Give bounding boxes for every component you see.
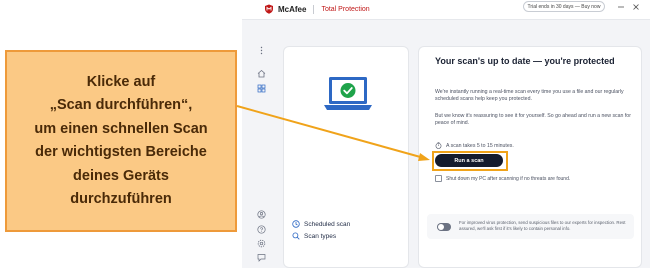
expert-inspection-toggle[interactable] xyxy=(437,223,451,231)
mcafee-shield-icon xyxy=(265,4,273,14)
minimize-icon[interactable] xyxy=(617,3,625,11)
callout-line: durchzuführen xyxy=(70,191,172,207)
scan-duration-note: A scan takes 5 to 15 minutes. xyxy=(435,142,514,149)
close-icon[interactable] xyxy=(632,3,640,11)
laptop-check-icon xyxy=(324,77,372,110)
shutdown-label: Shut down my PC after scanning if no thr… xyxy=(446,175,571,182)
expert-inspection-option: For improved virus protection, send susp… xyxy=(427,214,634,239)
toggle-knob xyxy=(438,224,444,230)
help-icon[interactable] xyxy=(257,225,266,234)
clock-icon xyxy=(292,220,300,228)
instruction-callout: Klicke auf „Scan durchführen“, um einen … xyxy=(5,50,237,232)
brand-divider xyxy=(313,4,315,14)
callout-line: um einen schnellen Scan xyxy=(34,120,208,137)
callout-line: „Scan durchführen“, xyxy=(49,97,193,113)
reassurance-text: But we know it's reassuring to see it fo… xyxy=(435,113,631,127)
shutdown-option[interactable]: Shut down my PC after scanning if no thr… xyxy=(435,175,570,182)
scan-duration-text: A scan takes 5 to 15 minutes. xyxy=(446,142,514,149)
callout-line: deines Geräts xyxy=(73,167,169,184)
product-name: Total Protection xyxy=(321,5,370,13)
shutdown-checkbox[interactable] xyxy=(435,175,442,182)
run-scan-button[interactable]: Run a scan xyxy=(435,154,503,167)
apps-grid-icon[interactable] xyxy=(257,84,266,93)
feedback-icon[interactable] xyxy=(257,253,266,262)
callout-line: Klicke auf xyxy=(86,73,156,90)
brand: McAfee Total Protection xyxy=(264,4,370,14)
status-title: Your scan's up to date — you're protecte… xyxy=(435,56,615,66)
account-icon[interactable] xyxy=(257,210,266,219)
expert-inspection-text: For improved virus protection, send susp… xyxy=(459,220,626,232)
settings-icon[interactable] xyxy=(257,239,266,248)
scan-detail-card: Your scan's up to date — you're protecte… xyxy=(418,46,642,268)
mcafee-window: McAfee Total Protection Trial ends in 30… xyxy=(242,0,650,268)
stopwatch-icon xyxy=(435,142,442,149)
brand-name: McAfee xyxy=(278,4,307,14)
title-bar: McAfee Total Protection Trial ends in 30… xyxy=(242,0,650,20)
home-icon[interactable] xyxy=(257,69,266,78)
scan-types-label: Scan types xyxy=(304,232,337,240)
more-dots-icon[interactable] xyxy=(257,46,266,55)
sidebar xyxy=(242,20,272,268)
realtime-scan-text: We're instantly running a real-time scan… xyxy=(435,89,624,103)
scheduled-scan-link[interactable]: Scheduled scan xyxy=(292,220,350,228)
scan-types-link[interactable]: Scan types xyxy=(292,232,336,240)
search-icon xyxy=(292,232,300,240)
scan-status-card: Scheduled scan Scan types xyxy=(283,46,409,268)
trial-buy-now-button[interactable]: Trial ends in 30 days — Buy now xyxy=(523,1,605,12)
scheduled-scan-label: Scheduled scan xyxy=(304,220,351,228)
callout-line: der wichtigsten Bereiche xyxy=(35,144,207,160)
